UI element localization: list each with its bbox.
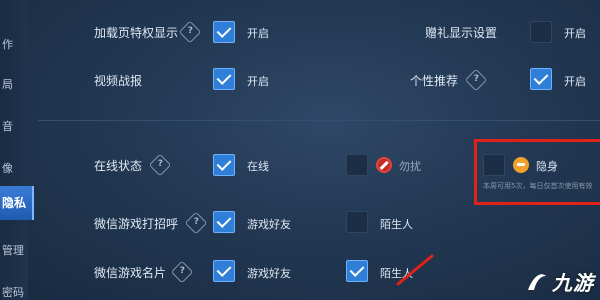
video-report-option: 开启 — [247, 75, 269, 88]
wechat-greet-help-icon[interactable]: ? — [184, 211, 208, 235]
online-status-busy-checkbox[interactable] — [346, 154, 368, 176]
online-status-online-checkbox[interactable] — [213, 154, 235, 176]
sidebar-item-privacy[interactable]: 隐私 — [0, 186, 34, 220]
loading-privilege-help-icon[interactable]: ? — [178, 20, 202, 44]
invisible-status-icon — [513, 157, 529, 173]
online-status-busy-option: 勿扰 — [399, 160, 421, 173]
online-status-hidden-checkbox[interactable] — [483, 154, 505, 176]
loading-privilege-option: 开启 — [247, 27, 269, 40]
watermark: 九游 — [524, 267, 594, 296]
loading-privilege-label: 加载页特权显示 — [94, 26, 179, 40]
settings-sidebar: 作 局 音 像 隐私 管理 密码 — [0, 0, 34, 300]
swoosh-icon — [528, 273, 546, 290]
red-annotation-stroke — [396, 254, 434, 286]
online-status-help-icon[interactable]: ? — [148, 153, 172, 177]
online-status-label: 在线状态 — [94, 159, 143, 173]
help-glyph: ? — [187, 26, 193, 37]
online-status-hidden-option: 隐身 — [536, 160, 558, 173]
sidebar-item-operation[interactable]: 作 — [0, 36, 28, 52]
personal-recommend-label: 个性推荐 — [410, 74, 459, 88]
personal-recommend-help-icon[interactable]: ? — [464, 68, 488, 92]
wechat-card-help-icon[interactable]: ? — [170, 260, 194, 284]
section-divider — [38, 120, 600, 121]
hidden-usage-hint: 本周可用5次，每日仅首次使用有效 — [483, 182, 593, 190]
help-glyph: ? — [473, 74, 479, 85]
sidebar-item-sound[interactable]: 音 — [0, 118, 28, 134]
video-report-label: 视频战报 — [94, 74, 143, 88]
help-glyph: ? — [157, 159, 163, 170]
wechat-card-friends-option: 游戏好友 — [247, 267, 291, 280]
help-glyph: ? — [193, 217, 199, 228]
loading-privilege-checkbox[interactable] — [213, 21, 235, 43]
sidebar-item-image[interactable]: 像 — [0, 160, 28, 176]
wechat-greet-label: 微信游戏打招呼 — [94, 217, 179, 231]
sidebar-item-match[interactable]: 局 — [0, 76, 28, 92]
wechat-card-strangers-checkbox[interactable] — [346, 260, 368, 282]
sidebar-item-manage[interactable]: 管理 — [0, 242, 28, 258]
wechat-greet-friends-option: 游戏好友 — [247, 218, 291, 231]
wechat-greet-friends-checkbox[interactable] — [213, 211, 235, 233]
gift-display-option: 开启 — [564, 27, 586, 40]
do-not-disturb-icon — [376, 157, 392, 173]
watermark-text: 九游 — [552, 271, 594, 295]
personal-recommend-option: 开启 — [564, 75, 586, 88]
wechat-greet-strangers-option: 陌生人 — [380, 218, 413, 231]
personal-recommend-checkbox[interactable] — [530, 68, 552, 90]
wechat-greet-strangers-checkbox[interactable] — [346, 211, 368, 233]
wechat-card-friends-checkbox[interactable] — [213, 260, 235, 282]
gift-display-checkbox[interactable] — [530, 21, 552, 43]
video-report-checkbox[interactable] — [213, 68, 235, 90]
help-glyph: ? — [179, 266, 185, 277]
wechat-card-label: 微信游戏名片 — [94, 266, 167, 280]
sidebar-item-password[interactable]: 密码 — [0, 284, 28, 300]
online-status-online-option: 在线 — [247, 160, 269, 173]
gift-display-label: 赠礼显示设置 — [425, 26, 498, 40]
